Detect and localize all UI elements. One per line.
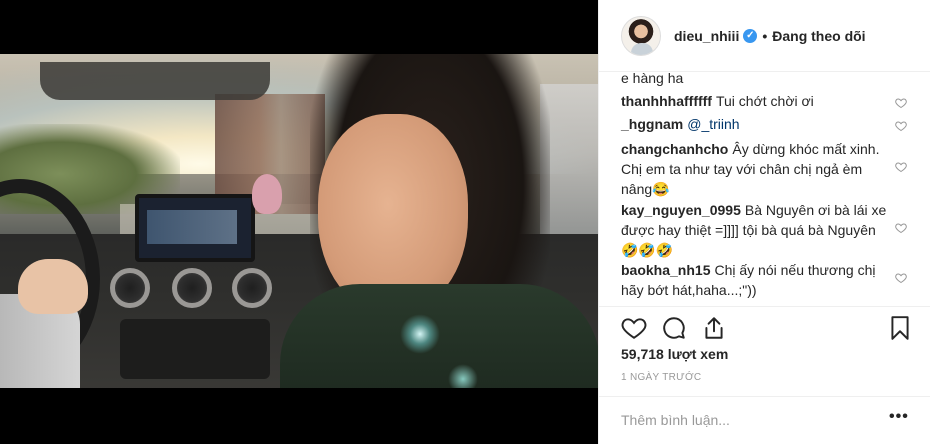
comment-text: e hàng ha xyxy=(621,72,684,86)
comment-mention-link[interactable]: @_triinh xyxy=(687,116,739,132)
small-heart-icon[interactable] xyxy=(895,221,909,235)
heart-outline-icon[interactable] xyxy=(621,315,647,341)
comment-item: e hàng ha xyxy=(621,72,891,88)
separator-dot: • xyxy=(762,27,768,44)
video-player[interactable] xyxy=(0,54,598,388)
username-link[interactable]: dieu_nhiii xyxy=(674,28,739,44)
following-button[interactable]: Đang theo dõi xyxy=(772,28,865,44)
add-comment-bar: ••• xyxy=(599,396,930,444)
bookmark-icon[interactable] xyxy=(887,315,913,341)
comment-username[interactable]: thanhhhaffffff xyxy=(621,93,712,109)
small-heart-icon[interactable] xyxy=(895,160,909,174)
post-sidebar: dieu_nhiii ✓ • Đang theo dõi e hàng ha t… xyxy=(598,0,930,444)
comment-item: kay_nguyen_0995 Bà Nguyên ơi bà lái xe đư… xyxy=(621,200,891,260)
speech-bubble-icon[interactable] xyxy=(661,315,687,341)
car-display xyxy=(135,194,255,262)
post-header: dieu_nhiii ✓ • Đang theo dõi xyxy=(599,0,930,72)
comments-list[interactable]: e hàng ha thanhhhaffffff Tui chớt chời ơi… xyxy=(599,72,930,304)
comment-item: baokha_nh15 Chị ấy nói nếu thương chị hãy… xyxy=(621,260,891,300)
comment-item: thanhhhaffffff Tui chớt chời ơi xyxy=(621,91,891,111)
comment-username[interactable]: baokha_nh15 xyxy=(621,262,710,278)
verified-badge-icon: ✓ xyxy=(743,28,758,43)
avatar[interactable] xyxy=(621,15,661,56)
comment-item: changchanhcho Ây dừng khóc mất xinh. Chị … xyxy=(621,139,891,199)
more-options-button[interactable]: ••• xyxy=(889,408,909,426)
share-upload-icon[interactable] xyxy=(701,315,727,341)
post-actions xyxy=(599,306,930,346)
comment-item: _hggnam @_triinh xyxy=(621,114,891,134)
small-heart-icon[interactable] xyxy=(895,271,909,285)
small-heart-icon[interactable] xyxy=(895,96,909,110)
comment-text: Tui chớt chời ơi xyxy=(715,93,814,109)
comment-username[interactable]: changchanhcho xyxy=(621,141,728,157)
small-heart-icon[interactable] xyxy=(895,119,909,133)
comment-username[interactable]: _hggnam xyxy=(621,116,683,132)
post-timestamp[interactable]: 1 NGÀY TRƯỚC xyxy=(621,372,701,383)
view-count[interactable]: 59,718 lượt xem xyxy=(621,346,728,362)
post-media xyxy=(0,0,598,444)
comment-username[interactable]: kay_nguyen_0995 xyxy=(621,202,741,218)
add-comment-input[interactable] xyxy=(621,409,881,431)
